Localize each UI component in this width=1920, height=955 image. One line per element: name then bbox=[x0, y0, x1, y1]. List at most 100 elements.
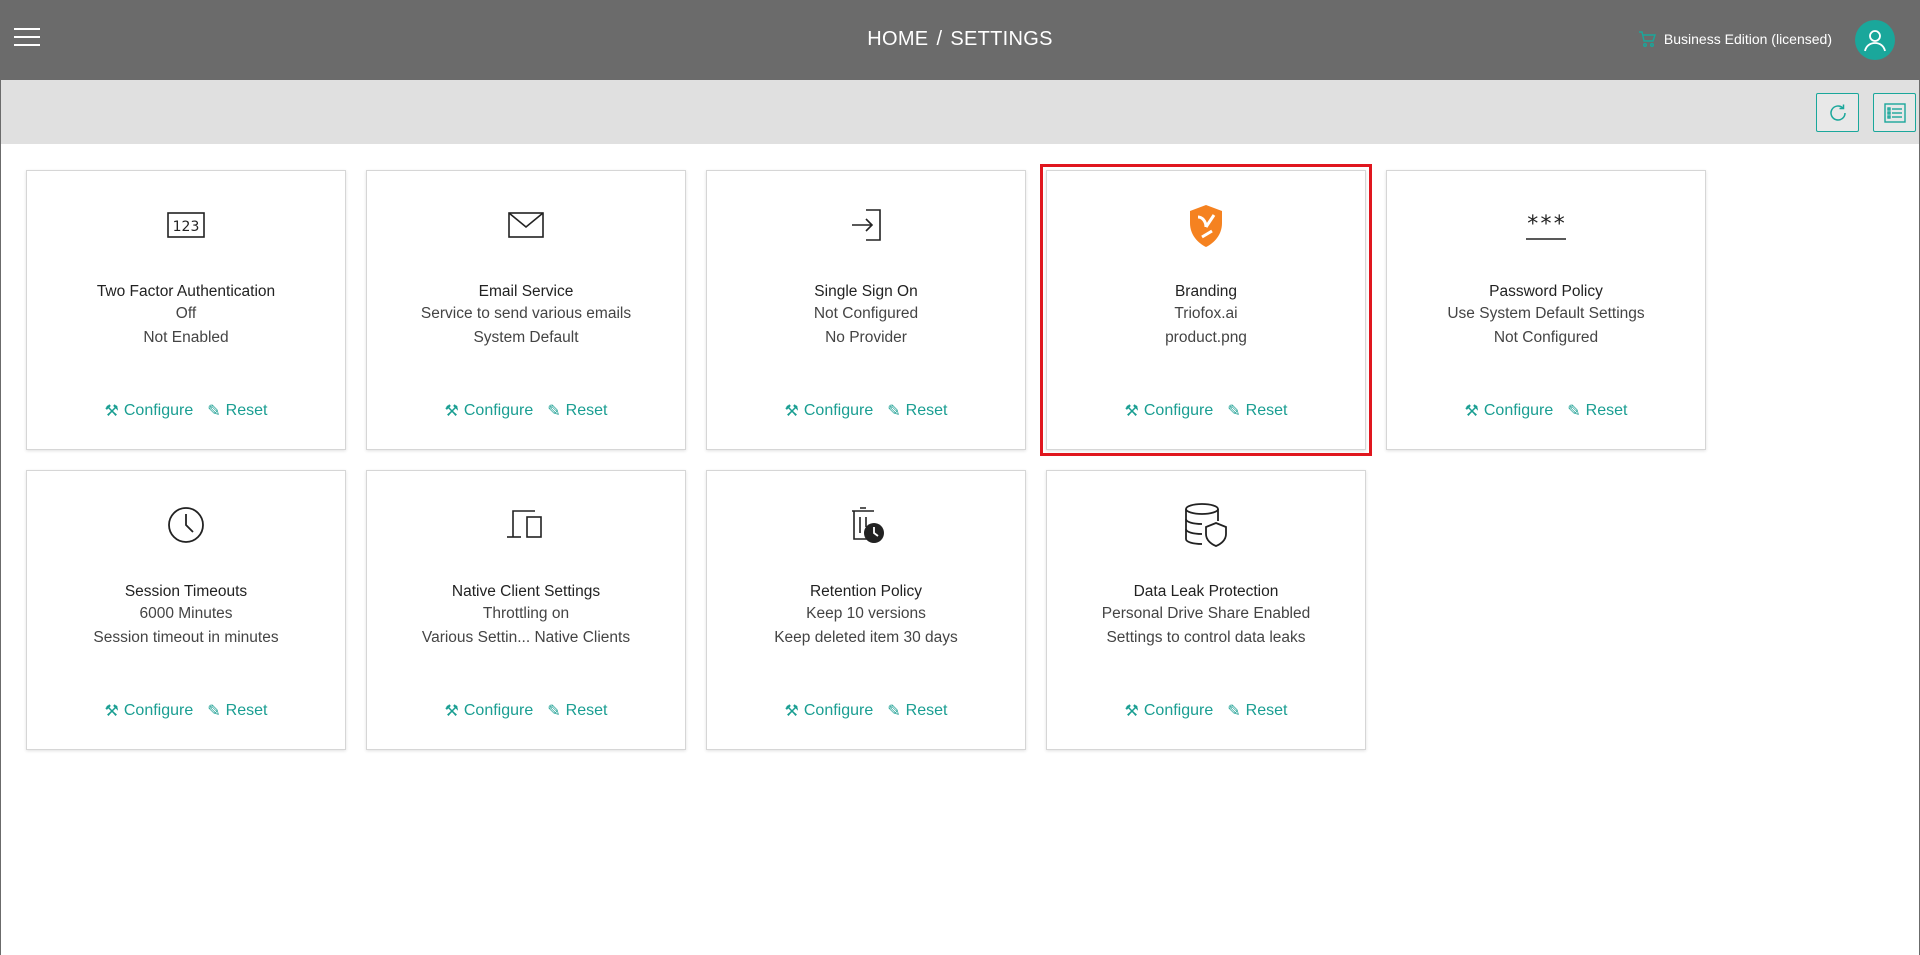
reset-label: Reset bbox=[225, 702, 268, 719]
pencil-icon: ✎ bbox=[207, 403, 221, 420]
reset-button[interactable]: ✎ Reset bbox=[887, 401, 947, 421]
password-asterisks-icon: *** bbox=[1526, 212, 1566, 240]
configure-button[interactable]: ⚒ Configure bbox=[1465, 401, 1554, 421]
user-avatar-icon[interactable] bbox=[1855, 20, 1895, 60]
card-detail: No Provider bbox=[825, 329, 907, 346]
top-bar: HOME / SETTINGS Business Edition (licensed… bbox=[0, 0, 1920, 80]
reset-label: Reset bbox=[565, 402, 608, 419]
configure-label: Configure bbox=[123, 702, 194, 719]
configure-button[interactable]: ⚒ Configure bbox=[1125, 401, 1214, 421]
refresh-icon bbox=[1829, 104, 1846, 121]
reset-label: Reset bbox=[225, 402, 268, 419]
configure-button[interactable]: ⚒ Configure bbox=[445, 401, 534, 421]
card-detail: Various Settin... Native Clients bbox=[421, 629, 631, 646]
card-email-service[interactable]: Email Service Service to send various em… bbox=[366, 170, 686, 450]
configure-label: Configure bbox=[1143, 702, 1214, 719]
breadcrumb: HOME / SETTINGS bbox=[0, 28, 1920, 51]
reset-label: Reset bbox=[905, 402, 948, 419]
breadcrumb-separator: / bbox=[936, 28, 943, 50]
card-native-client-settings[interactable]: Native Client Settings Throttling on Var… bbox=[366, 470, 686, 750]
card-detail: product.png bbox=[1165, 329, 1247, 346]
reset-button[interactable]: ✎ Reset bbox=[887, 701, 947, 721]
reset-label: Reset bbox=[565, 702, 608, 719]
configure-button[interactable]: ⚒ Configure bbox=[785, 401, 874, 421]
breadcrumb-home[interactable]: HOME bbox=[867, 28, 928, 50]
reset-button[interactable]: ✎ Reset bbox=[547, 701, 607, 721]
configure-label: Configure bbox=[1143, 402, 1214, 419]
card-retention-policy[interactable]: Retention Policy Keep 10 versions Keep d… bbox=[706, 470, 1026, 750]
configure-button[interactable]: ⚒ Configure bbox=[445, 701, 534, 721]
refresh-button[interactable] bbox=[1816, 93, 1859, 132]
card-two-factor-authentication[interactable]: 123 Two Factor Authentication Off Not En… bbox=[26, 170, 346, 450]
clock-icon bbox=[168, 507, 204, 543]
configure-label: Configure bbox=[803, 402, 874, 419]
numeric-123-icon: 123 bbox=[167, 212, 205, 238]
card-status: Personal Drive Share Enabled bbox=[1101, 605, 1311, 622]
pencil-icon: ✎ bbox=[207, 703, 221, 720]
card-detail: Keep deleted item 30 days bbox=[774, 629, 958, 646]
reset-label: Reset bbox=[1245, 402, 1288, 419]
pencil-icon: ✎ bbox=[887, 703, 901, 720]
pencil-icon: ✎ bbox=[887, 403, 901, 420]
card-detail: Session timeout in minutes bbox=[93, 629, 279, 646]
card-title: Password Policy bbox=[1489, 283, 1603, 300]
card-single-sign-on[interactable]: Single Sign On Not Configured No Provide… bbox=[706, 170, 1026, 450]
reset-button[interactable]: ✎ Reset bbox=[207, 701, 267, 721]
card-detail: Settings to control data leaks bbox=[1106, 629, 1306, 646]
card-detail: Not Enabled bbox=[143, 329, 229, 346]
tools-icon: ⚒ bbox=[1464, 403, 1479, 420]
card-status: Service to send various emails bbox=[420, 305, 632, 322]
reset-button[interactable]: ✎ Reset bbox=[1227, 401, 1287, 421]
reset-button[interactable]: ✎ Reset bbox=[1227, 701, 1287, 721]
brand-shield-icon bbox=[1190, 205, 1222, 247]
configure-label: Configure bbox=[803, 702, 874, 719]
configure-label: Configure bbox=[1483, 402, 1554, 419]
pencil-icon: ✎ bbox=[1567, 403, 1581, 420]
card-session-timeouts[interactable]: Session Timeouts 6000 Minutes Session ti… bbox=[26, 470, 346, 750]
pencil-icon: ✎ bbox=[547, 703, 561, 720]
configure-button[interactable]: ⚒ Configure bbox=[1125, 701, 1214, 721]
pencil-icon: ✎ bbox=[1227, 403, 1241, 420]
card-branding[interactable]: Branding Triofox.ai product.png ⚒ Configu… bbox=[1040, 164, 1372, 456]
card-title: Native Client Settings bbox=[451, 583, 601, 600]
card-title: Two Factor Authentication bbox=[96, 283, 276, 300]
pencil-icon: ✎ bbox=[547, 403, 561, 420]
configure-button[interactable]: ⚒ Configure bbox=[105, 701, 194, 721]
card-status: Throttling on bbox=[482, 605, 570, 622]
card-title: Session Timeouts bbox=[124, 583, 248, 600]
trash-clock-icon bbox=[852, 507, 884, 543]
toolbar bbox=[1, 80, 1919, 144]
card-status: Keep 10 versions bbox=[806, 605, 926, 622]
reset-button[interactable]: ✎ Reset bbox=[207, 401, 267, 421]
tools-icon: ⚒ bbox=[1124, 403, 1139, 420]
svg-text:***: *** bbox=[1526, 212, 1566, 237]
envelope-icon bbox=[508, 212, 544, 238]
list-view-icon bbox=[1883, 102, 1906, 123]
tools-icon: ⚒ bbox=[1124, 703, 1139, 720]
reset-button[interactable]: ✎ Reset bbox=[547, 401, 607, 421]
configure-button[interactable]: ⚒ Configure bbox=[105, 401, 194, 421]
edition-badge[interactable]: Business Edition (licensed) bbox=[1638, 30, 1832, 48]
reset-button[interactable]: ✎ Reset bbox=[1567, 401, 1627, 421]
card-password-policy[interactable]: *** Password Policy Use System Default S… bbox=[1386, 170, 1706, 450]
card-title: Data Leak Protection bbox=[1133, 583, 1279, 600]
configure-button[interactable]: ⚒ Configure bbox=[785, 701, 874, 721]
reset-label: Reset bbox=[1585, 402, 1628, 419]
main-content: 123 Two Factor Authentication Off Not En… bbox=[1, 80, 1919, 955]
card-data-leak-protection[interactable]: Data Leak Protection Personal Drive Shar… bbox=[1046, 470, 1366, 750]
tools-icon: ⚒ bbox=[104, 703, 119, 720]
tools-icon: ⚒ bbox=[784, 403, 799, 420]
cart-icon bbox=[1638, 30, 1656, 48]
configure-label: Configure bbox=[123, 402, 194, 419]
card-title: Retention Policy bbox=[809, 583, 922, 600]
database-shield-icon bbox=[1185, 503, 1227, 547]
devices-icon bbox=[507, 510, 542, 538]
card-status: 6000 Minutes bbox=[139, 605, 233, 622]
sign-in-icon bbox=[852, 209, 881, 241]
tools-icon: ⚒ bbox=[444, 703, 459, 720]
card-title: Branding bbox=[1174, 283, 1238, 300]
pencil-icon: ✎ bbox=[1227, 703, 1241, 720]
card-detail: Not Configured bbox=[1493, 329, 1599, 346]
list-view-button[interactable] bbox=[1873, 93, 1916, 132]
card-status: Off bbox=[175, 305, 197, 322]
